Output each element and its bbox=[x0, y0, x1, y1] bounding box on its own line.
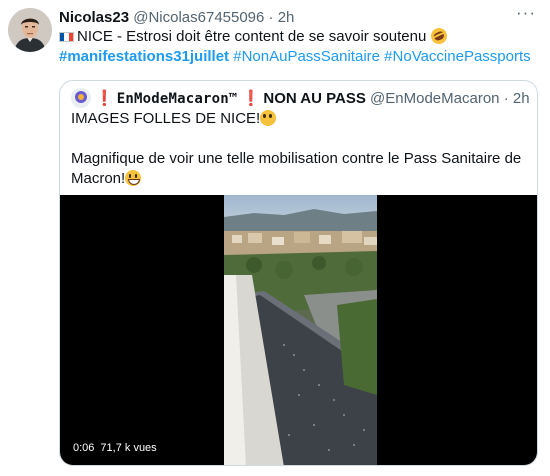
video-player[interactable]: 0:06 71,7 k vues bbox=[60, 195, 537, 465]
author-name[interactable]: Nicolas23 bbox=[59, 9, 129, 26]
emblem-avatar-icon[interactable] bbox=[71, 88, 91, 108]
more-options-button[interactable]: ··· bbox=[514, 4, 538, 28]
hashtag-link[interactable]: #NonAuPassSanitaire bbox=[233, 48, 380, 65]
tweet-text-main: NICE - Estrosi doit être content de se s… bbox=[77, 28, 427, 45]
author-avatar[interactable] bbox=[8, 8, 52, 52]
quoted-text-line1: IMAGES FOLLES DE NICE! bbox=[71, 110, 261, 127]
quoted-author-name-suffix[interactable]: NON AU PASS bbox=[263, 90, 366, 107]
flushed-face-emoji-icon bbox=[260, 110, 277, 126]
france-flag-icon bbox=[59, 32, 74, 42]
tweet-card[interactable]: Nicolas23 @Nicolas67455096 · 2h ··· NICE… bbox=[0, 0, 550, 476]
tweet-header: Nicolas23 @Nicolas67455096 · 2h bbox=[59, 8, 294, 28]
grinning-squinting-emoji-icon bbox=[125, 170, 142, 186]
quoted-tweet-header: ❗ EnModeMacaron™ ❗ NON AU PASS @EnModeMaca… bbox=[71, 88, 530, 109]
quoted-author-handle[interactable]: @EnModeMacaron bbox=[370, 90, 499, 107]
author-handle[interactable]: @Nicolas67455096 bbox=[133, 9, 264, 26]
video-view-count: 71,7 k vues bbox=[100, 442, 157, 454]
quoted-tweet-text: IMAGES FOLLES DE NICE! Magnifique de voi… bbox=[71, 109, 526, 189]
tweet-text: NICE - Estrosi doit être content de se s… bbox=[59, 25, 539, 67]
video-meta: 0:06 71,7 k vues bbox=[73, 442, 163, 455]
exclamation-emoji: ❗ bbox=[241, 90, 261, 107]
rofl-emoji-icon bbox=[427, 25, 450, 47]
exclamation-emoji: ❗ bbox=[95, 90, 114, 107]
video-duration: 0:06 bbox=[73, 442, 95, 454]
crowd-aerial-thumbnail-icon bbox=[224, 195, 377, 465]
quoted-header-separator: · bbox=[503, 90, 509, 107]
hashtag-link[interactable]: #NoVaccinePassports bbox=[384, 48, 530, 65]
man-portrait-icon bbox=[8, 8, 52, 52]
video-frame bbox=[224, 195, 377, 465]
tweet-timestamp[interactable]: 2h bbox=[278, 9, 295, 26]
quoted-author-name[interactable]: EnModeMacaron™ bbox=[117, 91, 238, 107]
hashtag-link[interactable]: #manifestations31juillet bbox=[59, 48, 229, 65]
quoted-timestamp[interactable]: 2h bbox=[513, 90, 530, 107]
quoted-tweet[interactable]: ❗ EnModeMacaron™ ❗ NON AU PASS @EnModeMaca… bbox=[59, 80, 538, 466]
header-separator: · bbox=[268, 9, 274, 26]
